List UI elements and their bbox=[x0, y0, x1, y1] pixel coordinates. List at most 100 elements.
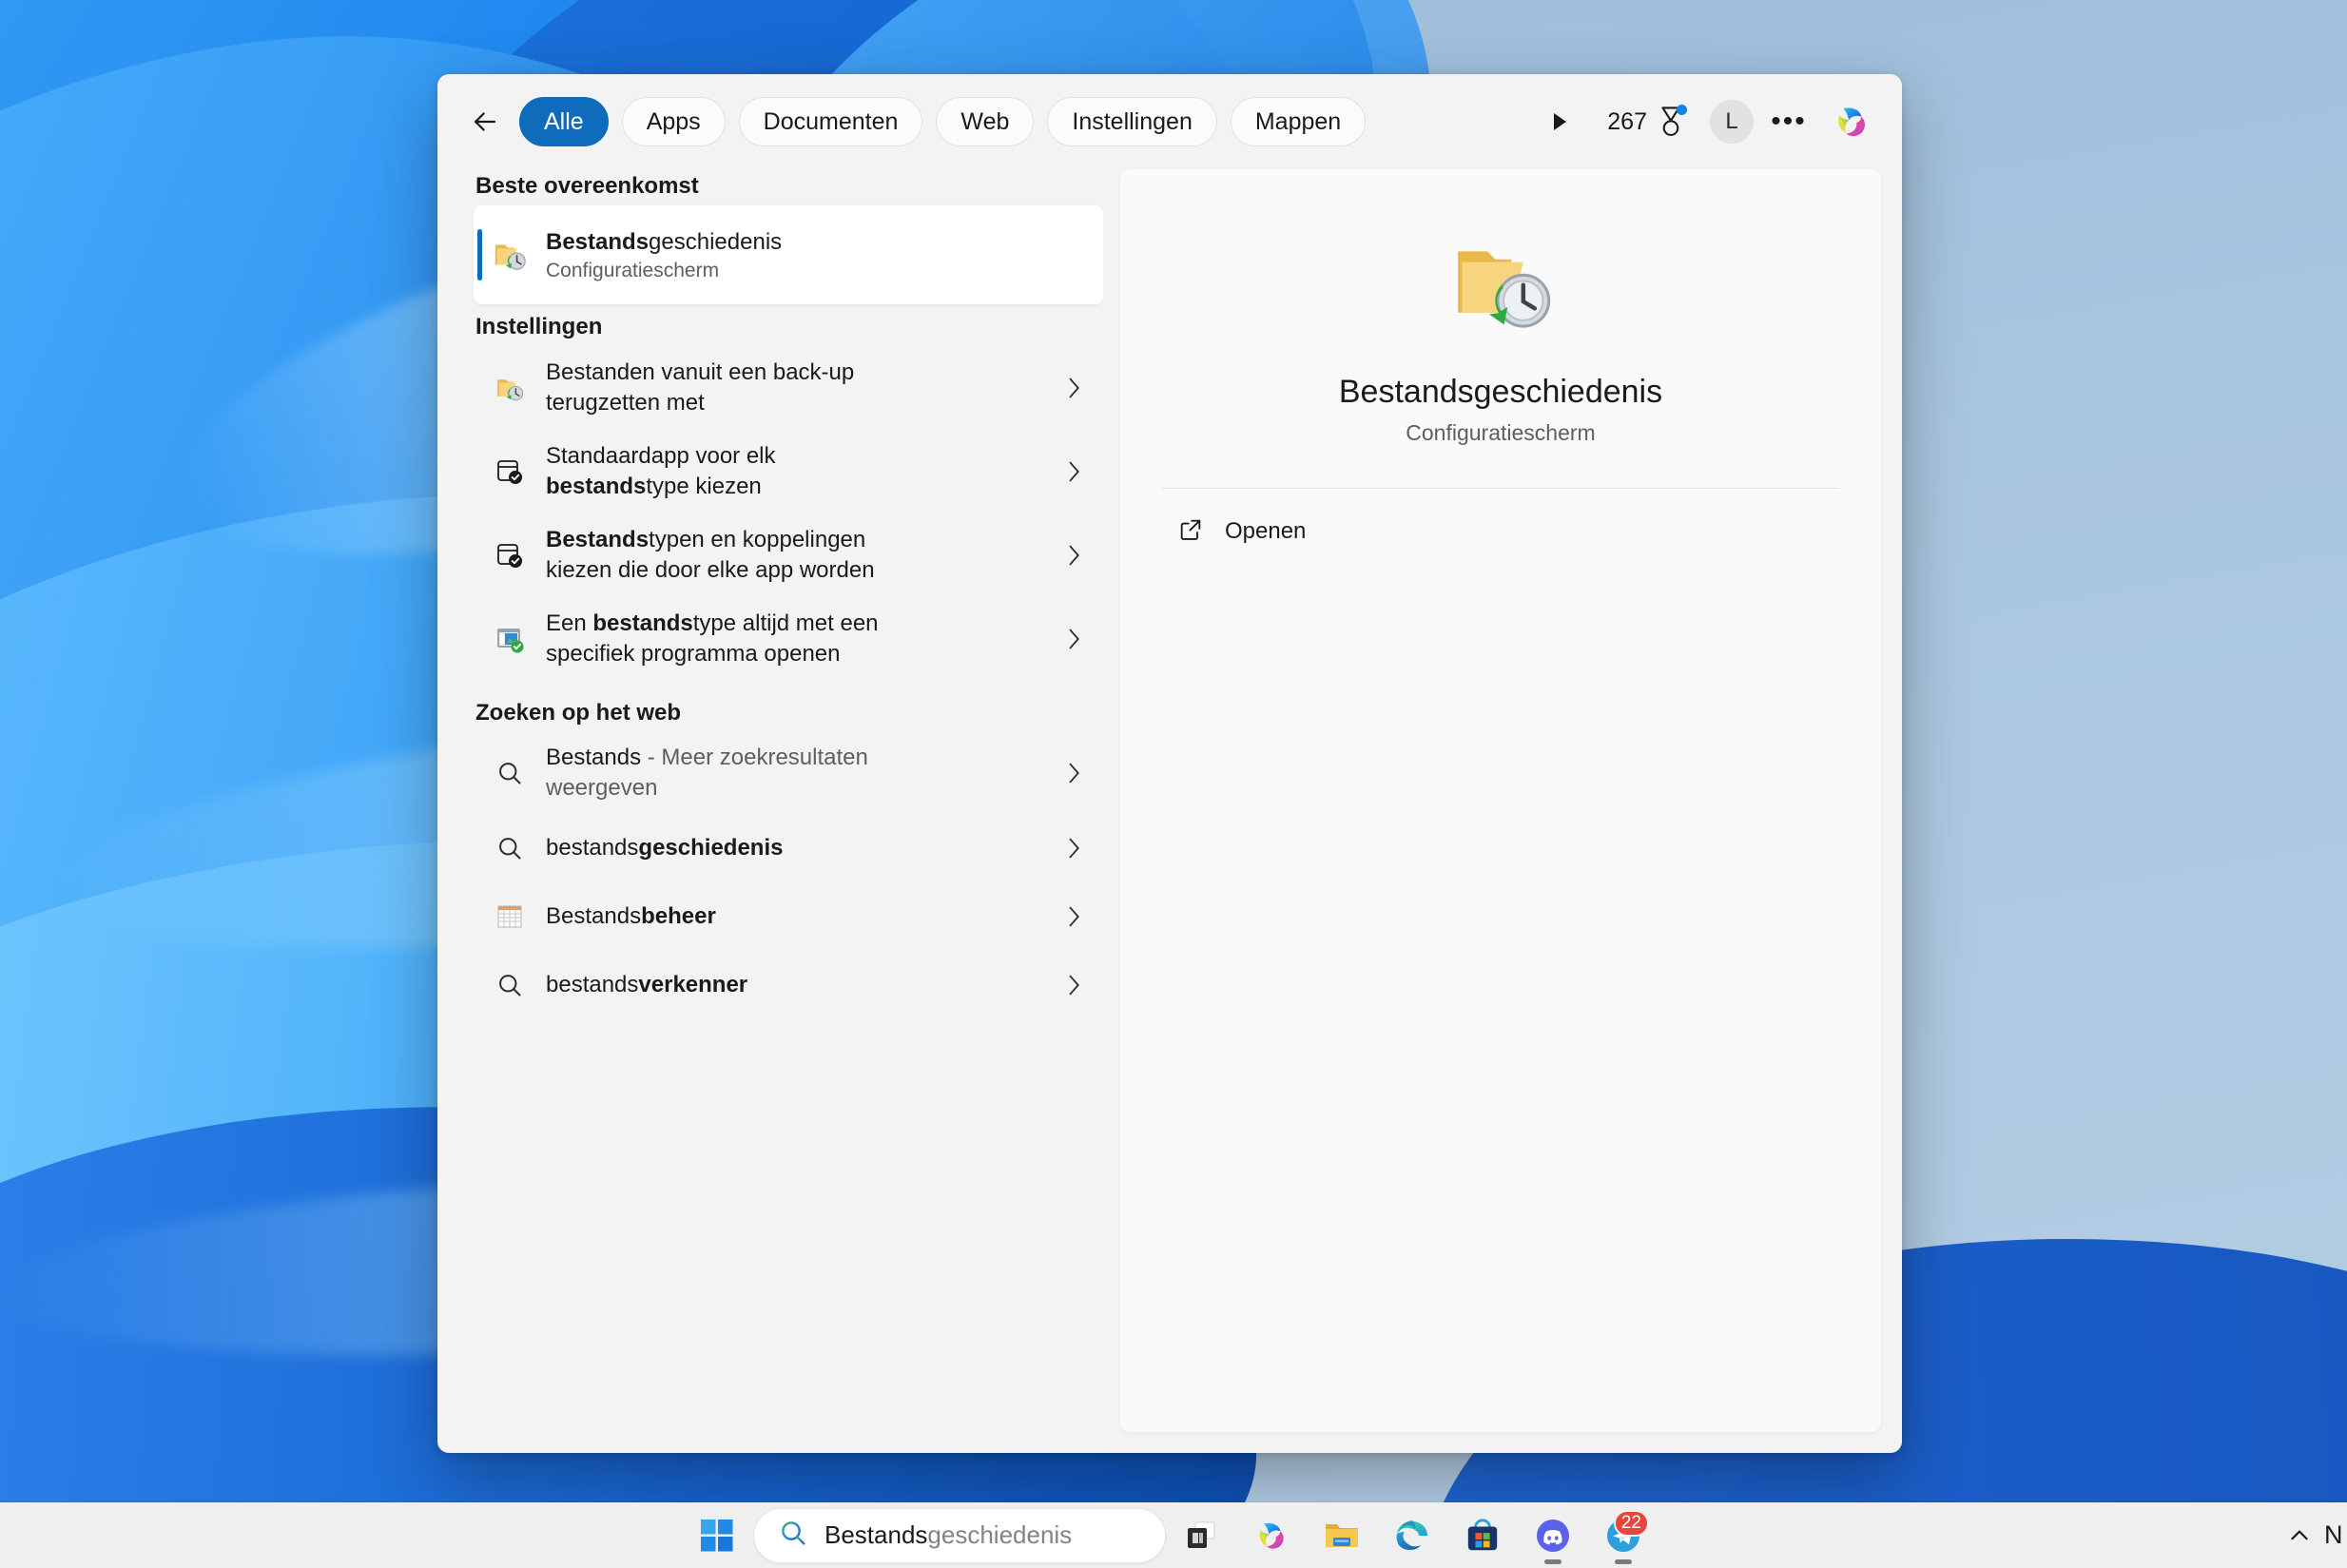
taskbar-app-file-explorer[interactable] bbox=[1307, 1504, 1377, 1567]
settings-result-after: type kiezen bbox=[646, 474, 762, 499]
settings-result-title: Standaardapp voor elk bestandstype kieze… bbox=[546, 441, 860, 502]
rewards-medal-icon bbox=[1657, 105, 1687, 138]
taskbar-app-copilot[interactable] bbox=[1236, 1504, 1307, 1567]
web-result-query: bestands bbox=[546, 971, 639, 997]
web-result-row[interactable]: Bestands - Meer zoekresultaten weergeven bbox=[474, 732, 1103, 814]
settings-result-text: Bestanden vanuit een back-up terugzetten… bbox=[546, 358, 1042, 418]
web-result-suffix: verkenner bbox=[638, 971, 748, 997]
section-title-zoeken-op-het-web: Zoeken op het web bbox=[475, 700, 682, 726]
chevron-right-icon bbox=[1059, 376, 1088, 400]
taskbar-search-ghost: geschiedenis bbox=[927, 1520, 1073, 1549]
web-result-row[interactable]: Bestandsbeheer bbox=[474, 882, 1103, 951]
filter-chips-viewport: Alle Apps Documenten Web Instellingen Ma… bbox=[519, 97, 1535, 146]
chevron-right-icon bbox=[1059, 973, 1088, 997]
system-tray: N bbox=[2275, 1502, 2347, 1568]
taskbar-app-task-view[interactable] bbox=[1166, 1504, 1236, 1567]
web-result-text: bestandsgeschiedenis bbox=[546, 833, 1042, 863]
filter-chip-alle[interactable]: Alle bbox=[519, 97, 609, 146]
filter-chip-documenten[interactable]: Documenten bbox=[738, 97, 923, 146]
web-result-query: Bestands bbox=[546, 902, 642, 929]
filter-chips-next-button[interactable] bbox=[1539, 97, 1581, 146]
preview-subtitle: Configuratiescherm bbox=[1406, 420, 1596, 445]
header-right-cluster: 267 L ••• bbox=[1598, 96, 1877, 147]
file-explorer-icon bbox=[1326, 1523, 1358, 1547]
copilot-icon bbox=[1838, 107, 1865, 137]
file-history-folder-icon bbox=[1447, 230, 1554, 341]
discord-icon bbox=[1537, 1519, 1569, 1552]
settings-result-text: Standaardapp voor elk bestandstype kieze… bbox=[546, 441, 1042, 502]
preview-title: Bestandsgeschiedenis bbox=[1338, 374, 1663, 410]
web-result-text: bestandsverkenner bbox=[546, 970, 1042, 1000]
settings-result-title: Een bestandstype altijd met een specifie… bbox=[546, 609, 879, 669]
tray-expand-button[interactable] bbox=[2275, 1511, 2324, 1560]
windows-start-icon bbox=[701, 1519, 733, 1551]
chevron-right-icon bbox=[1059, 761, 1088, 785]
web-result-row[interactable]: bestandsverkenner bbox=[474, 951, 1103, 1019]
avatar[interactable]: L bbox=[1710, 100, 1754, 144]
settings-result-row[interactable]: Bestanden vanuit een back-up terugzetten… bbox=[474, 346, 1103, 430]
web-result-query: bestands bbox=[546, 834, 639, 861]
spreadsheet-icon bbox=[491, 898, 529, 936]
default-app-check-icon bbox=[491, 453, 529, 491]
back-button[interactable] bbox=[460, 97, 510, 146]
settings-result-title: Bestanden vanuit een back-up terugzetten… bbox=[546, 358, 860, 418]
filter-chip-mappen[interactable]: Mappen bbox=[1230, 97, 1367, 146]
settings-result-row[interactable]: Standaardapp voor elk bestandstype kieze… bbox=[474, 430, 1103, 513]
settings-result-row[interactable]: Een bestandstype altijd met een specifie… bbox=[474, 597, 1103, 681]
best-match-title-rest: geschiedenis bbox=[649, 228, 783, 255]
taskbar-app-telegram[interactable]: 22 bbox=[1588, 1504, 1658, 1567]
filter-chip-web[interactable]: Web bbox=[936, 97, 1035, 146]
taskbar-app-discord[interactable] bbox=[1518, 1504, 1588, 1567]
settings-result-text: Bestandstypen en koppelingen kiezen die … bbox=[546, 525, 1042, 586]
file-association-icon bbox=[491, 620, 529, 658]
taskbar-center-cluster: Bestandsgeschiedenis 22 bbox=[689, 1504, 1658, 1567]
open-action-button[interactable]: Openen bbox=[1162, 502, 1839, 561]
settings-result-row[interactable]: Bestandstypen en koppelingen kiezen die … bbox=[474, 513, 1103, 597]
settings-result-before: Standaardapp voor elk bbox=[546, 442, 776, 469]
task-view-icon bbox=[1188, 1521, 1215, 1548]
rewards-notification-dot bbox=[1677, 105, 1687, 115]
more-options-button[interactable]: ••• bbox=[1765, 98, 1813, 145]
taskbar-search-typed: Bestands bbox=[824, 1520, 928, 1549]
best-match-text: Bestandsgeschiedenis Configuratiescherm bbox=[546, 227, 1088, 282]
chevron-right-icon bbox=[1059, 836, 1088, 861]
taskbar-app-microsoft-store[interactable] bbox=[1447, 1504, 1518, 1567]
microsoft-store-icon bbox=[1467, 1519, 1498, 1550]
open-external-icon bbox=[1177, 516, 1204, 548]
web-result-suffix: geschiedenis bbox=[638, 834, 784, 861]
web-result-title: bestandsgeschiedenis bbox=[546, 833, 1042, 863]
settings-result-before: Bestanden vanuit een back-up terugzetten… bbox=[546, 358, 855, 416]
web-result-suffix: beheer bbox=[641, 902, 716, 929]
web-result-text: Bestands - Meer zoekresultaten weergeven bbox=[546, 743, 1042, 803]
settings-result-before: Een bbox=[546, 610, 593, 636]
filter-chip-apps[interactable]: Apps bbox=[621, 97, 726, 146]
preview-pane: Bestandsgeschiedenis Configuratiescherm … bbox=[1120, 169, 1881, 1432]
search-icon bbox=[491, 966, 529, 1004]
taskbar-active-indicator bbox=[1544, 1558, 1561, 1564]
edge-icon bbox=[1396, 1520, 1427, 1550]
best-match-row[interactable]: Bestandsgeschiedenis Configuratiescherm bbox=[474, 205, 1103, 304]
rewards-button[interactable]: 267 bbox=[1598, 97, 1695, 146]
web-result-title: Bestands - Meer zoekresultaten weergeven bbox=[546, 743, 888, 803]
web-result-text: Bestandsbeheer bbox=[546, 901, 1042, 932]
copilot-button[interactable] bbox=[1826, 96, 1877, 147]
tray-edge-text[interactable]: N bbox=[2324, 1520, 2345, 1550]
telegram-badge: 22 bbox=[1613, 1509, 1649, 1537]
file-history-folder-icon bbox=[491, 236, 529, 274]
settings-result-title: Bestandstypen en koppelingen kiezen die … bbox=[546, 525, 879, 586]
chevron-right-icon bbox=[1059, 904, 1088, 929]
search-icon bbox=[491, 829, 529, 867]
settings-result-bold: bestands bbox=[592, 610, 693, 636]
chevron-right-icon bbox=[1059, 627, 1088, 651]
web-result-row[interactable]: bestandsgeschiedenis bbox=[474, 814, 1103, 882]
taskbar-search-input[interactable]: Bestandsgeschiedenis bbox=[753, 1507, 1166, 1563]
start-button[interactable] bbox=[689, 1507, 746, 1564]
search-icon bbox=[491, 754, 529, 792]
search-window-body: Beste overeenkomst Bestandsgeschiedenis … bbox=[437, 169, 1902, 1453]
filter-chip-instellingen[interactable]: Instellingen bbox=[1047, 97, 1217, 146]
web-result-title: Bestandsbeheer bbox=[546, 901, 1042, 932]
settings-result-bold: bestands bbox=[546, 474, 647, 499]
web-result-query: Bestands bbox=[546, 744, 642, 770]
taskbar-app-edge[interactable] bbox=[1377, 1504, 1447, 1567]
preview-actions: Openen bbox=[1162, 502, 1839, 561]
